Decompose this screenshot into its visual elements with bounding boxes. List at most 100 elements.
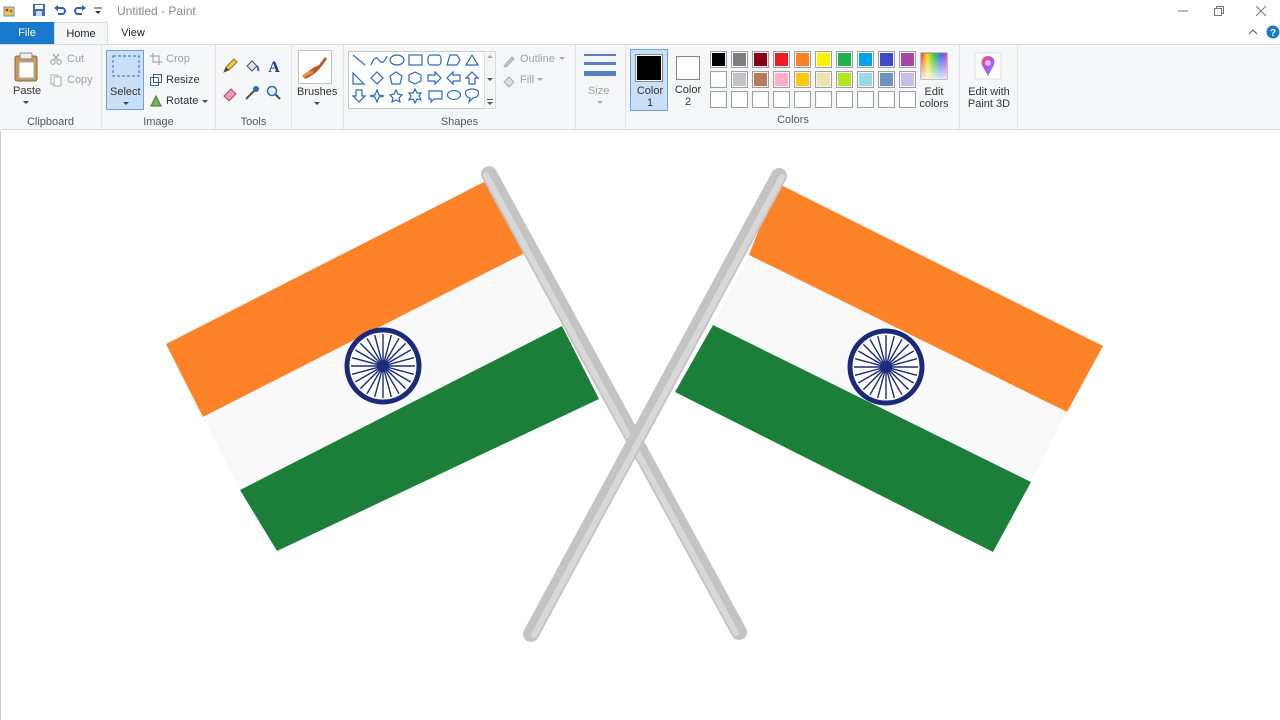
drawing-canvas[interactable]: [0, 131, 1280, 720]
palette-swatch[interactable]: [836, 71, 853, 88]
fill-icon[interactable]: [502, 74, 516, 88]
cut-icon[interactable]: [50, 53, 62, 65]
palette-swatch[interactable]: [752, 51, 769, 68]
brush-icon: [301, 57, 327, 79]
palette-swatch[interactable]: [836, 91, 853, 108]
fill-dropdown-icon[interactable]: [536, 77, 544, 83]
svg-text:?: ?: [1270, 28, 1276, 39]
left-ashoka-chakra: [344, 327, 422, 405]
palette-swatch-color: [838, 93, 851, 106]
palette-swatch[interactable]: [794, 71, 811, 88]
palette-swatch[interactable]: [836, 51, 853, 68]
palette-swatch[interactable]: [710, 91, 727, 108]
rotate-label[interactable]: Rotate: [166, 95, 198, 107]
text-icon[interactable]: A: [266, 58, 282, 74]
cut-label[interactable]: Cut: [67, 53, 84, 65]
color-picker-icon[interactable]: [244, 85, 260, 101]
palette-swatch[interactable]: [815, 71, 832, 88]
rotate-dropdown-icon[interactable]: [201, 99, 209, 105]
collapse-ribbon-icon[interactable]: [1248, 27, 1258, 37]
eraser-icon[interactable]: [222, 85, 238, 101]
brushes-button[interactable]: [298, 50, 332, 84]
resize-icon[interactable]: [150, 74, 162, 86]
palette-swatch[interactable]: [710, 51, 727, 68]
customize-toolbar-icon[interactable]: [93, 6, 103, 16]
minimize-icon: [1178, 10, 1188, 12]
tab-home[interactable]: Home: [54, 22, 108, 44]
outline-icon[interactable]: [502, 54, 516, 68]
brushes-dropdown-icon[interactable]: [313, 101, 321, 107]
palette-swatch-color: [796, 53, 809, 66]
crop-label[interactable]: Crop: [166, 53, 190, 65]
close-button[interactable]: [1242, 0, 1280, 22]
resize-label[interactable]: Resize: [166, 74, 200, 86]
crop-icon[interactable]: [150, 53, 162, 65]
pencil-icon[interactable]: [222, 58, 238, 74]
palette-swatch-color: [817, 93, 830, 106]
paste-label[interactable]: Paste: [13, 85, 41, 97]
palette-swatch[interactable]: [899, 51, 916, 68]
tab-file[interactable]: File: [0, 22, 54, 44]
palette-swatch[interactable]: [857, 51, 874, 68]
palette-swatch[interactable]: [773, 71, 790, 88]
palette-swatch[interactable]: [710, 71, 727, 88]
palette-swatch[interactable]: [878, 71, 895, 88]
palette-swatch[interactable]: [731, 51, 748, 68]
palette-swatch-color: [754, 73, 767, 86]
rotate-icon[interactable]: [150, 95, 162, 107]
color2-swatch: [676, 56, 700, 80]
outline-label[interactable]: Outline: [520, 53, 555, 65]
color2-button[interactable]: Color 2: [672, 49, 706, 111]
paste-icon[interactable]: [12, 52, 40, 82]
save-icon[interactable]: [32, 3, 46, 17]
edit-colors-button[interactable]: Edit colors: [916, 49, 956, 111]
ribbon: Paste Cut Copy Clipboard Select Crop Res…: [0, 44, 1280, 131]
outline-dropdown-icon[interactable]: [558, 56, 566, 62]
shapes-gallery: [348, 51, 492, 109]
redo-icon[interactable]: [73, 3, 87, 17]
palette-swatch[interactable]: [857, 91, 874, 108]
copy-icon[interactable]: [50, 74, 63, 87]
fill-bucket-icon[interactable]: [244, 58, 260, 74]
palette-swatch[interactable]: [794, 91, 811, 108]
clipboard-group-label: Clipboard: [26, 116, 75, 128]
color1-button[interactable]: Color 1: [630, 49, 668, 111]
restore-button[interactable]: [1200, 0, 1238, 22]
help-icon[interactable]: ?: [1266, 25, 1280, 39]
fill-label[interactable]: Fill: [520, 74, 534, 86]
minimize-button[interactable]: [1164, 0, 1202, 22]
palette-swatch[interactable]: [773, 91, 790, 108]
palette-swatch[interactable]: [731, 71, 748, 88]
left-flag: [166, 180, 599, 551]
palette-swatch[interactable]: [878, 51, 895, 68]
brushes-label[interactable]: Brushes: [297, 86, 337, 98]
magnifier-icon[interactable]: [266, 85, 282, 101]
undo-icon[interactable]: [53, 3, 67, 17]
palette-swatch[interactable]: [857, 71, 874, 88]
paste-dropdown-icon[interactable]: [22, 100, 30, 106]
select-button[interactable]: Select: [106, 50, 144, 110]
palette-swatch[interactable]: [815, 91, 832, 108]
ribbon-tabs: File Home View ?: [0, 22, 1280, 44]
edit-paint3d-button[interactable]: Edit with Paint 3D: [964, 49, 1014, 111]
palette-swatch-color: [880, 53, 893, 66]
palette-swatch[interactable]: [731, 91, 748, 108]
tab-view[interactable]: View: [108, 22, 158, 44]
shapes-icons[interactable]: [349, 52, 491, 108]
palette-swatch-color: [838, 73, 851, 86]
palette-swatch[interactable]: [752, 71, 769, 88]
palette-swatch-color: [880, 93, 893, 106]
palette-swatch[interactable]: [752, 91, 769, 108]
size-label[interactable]: Size: [588, 85, 609, 97]
size-dropdown-icon[interactable]: [596, 100, 604, 106]
palette-swatch[interactable]: [815, 51, 832, 68]
palette-swatch[interactable]: [773, 51, 790, 68]
select-icon: [112, 55, 140, 77]
size-icon[interactable]: [583, 52, 617, 80]
brushes-group: Brushes: [292, 45, 344, 131]
palette-swatch[interactable]: [794, 51, 811, 68]
shapes-scrollbar[interactable]: [484, 51, 496, 109]
palette-swatch-color: [754, 53, 767, 66]
copy-label[interactable]: Copy: [67, 74, 93, 86]
palette-swatch[interactable]: [878, 91, 895, 108]
